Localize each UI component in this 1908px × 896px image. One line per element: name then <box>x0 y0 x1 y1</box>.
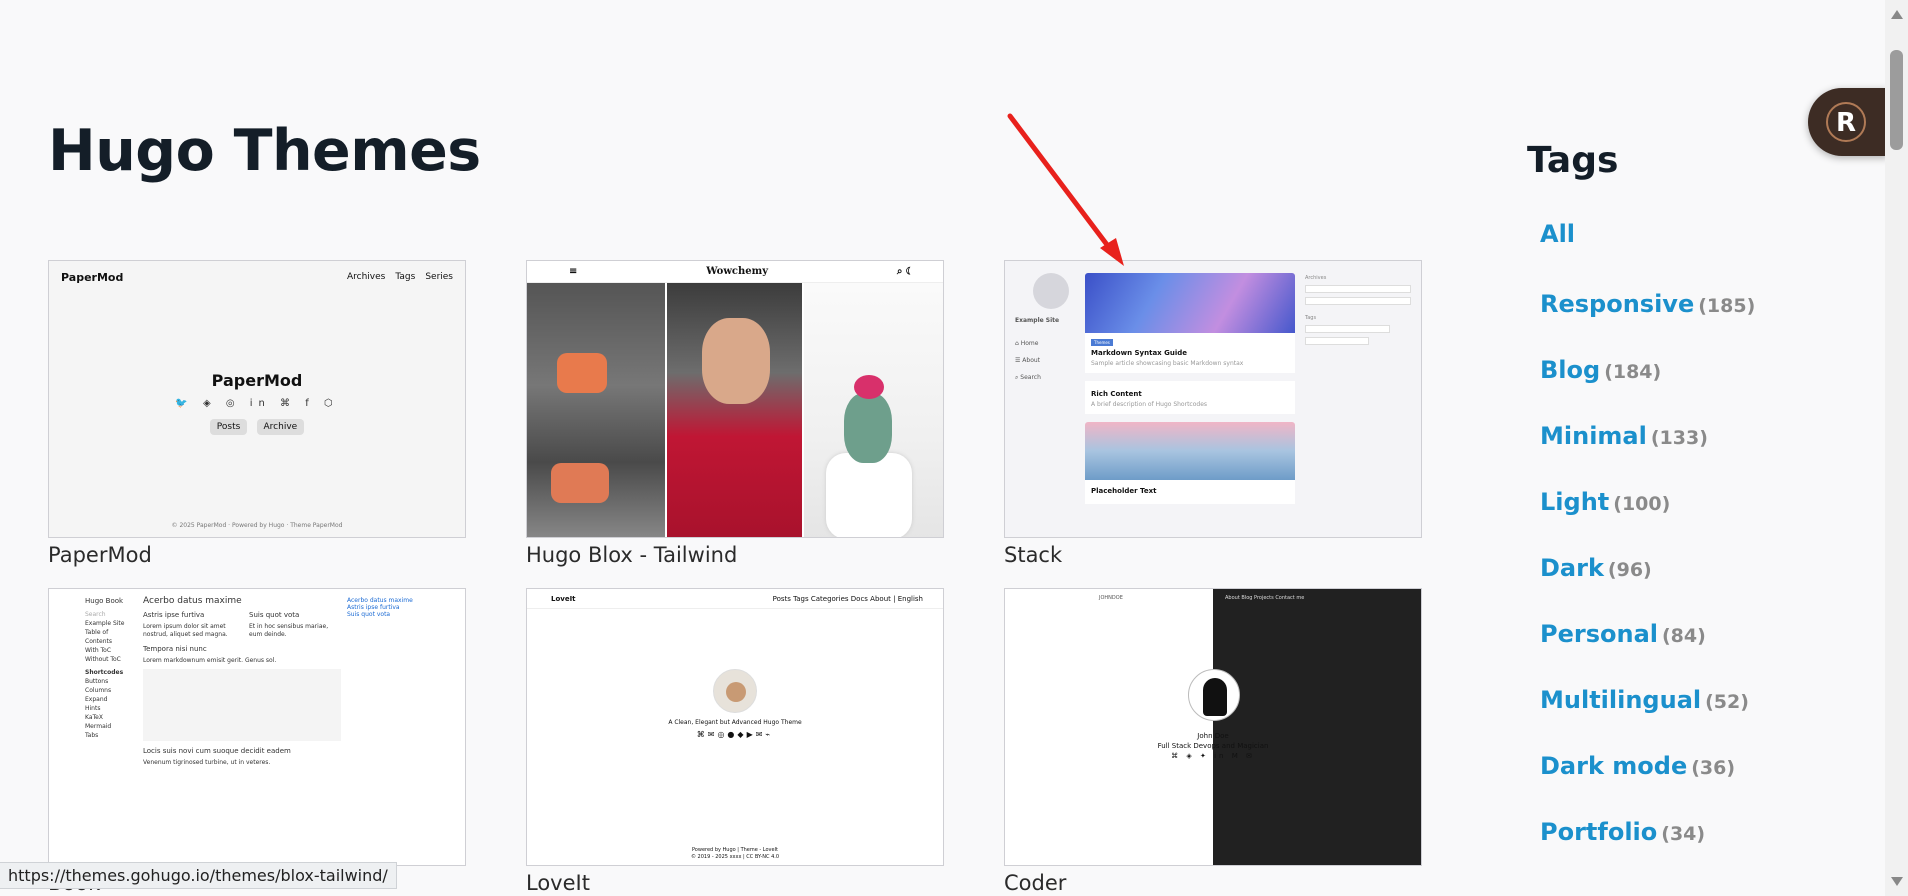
preview-post-title: Placeholder Text <box>1091 487 1157 495</box>
theme-card-book[interactable]: Hugo Book Search Example Site Table of Co… <box>48 588 466 895</box>
preview-brand: JOHNDOE <box>1099 595 1123 601</box>
scroll-down-icon[interactable] <box>1891 877 1903 886</box>
preview-brand: Wowchemy <box>706 266 769 277</box>
theme-name[interactable]: LoveIt <box>526 871 944 895</box>
theme-name[interactable]: PaperMod <box>48 543 466 567</box>
avatar <box>713 669 757 713</box>
preview-image-grid <box>527 283 943 537</box>
preview-photo-cactus <box>804 283 943 537</box>
preview-subheading: Suis quot vota <box>249 611 300 619</box>
page-title: Hugo Themes <box>48 118 481 184</box>
theme-thumbnail[interactable]: ≡ Wowchemy ⌕ ☾ <box>526 260 944 538</box>
preview-footer: © 2025 PaperMod · Powered by Hugo · Them… <box>171 522 343 529</box>
theme-name[interactable]: Coder <box>1004 871 1422 895</box>
preview-post-image <box>1085 422 1295 480</box>
scrollbar-thumb[interactable] <box>1890 50 1903 150</box>
preview-brand: LoveIt <box>551 594 576 603</box>
preview-photo-woman <box>665 283 804 537</box>
preview-post-title: Markdown Syntax Guide <box>1091 349 1188 357</box>
theme-thumbnail[interactable]: PaperMod Archives Tags Series PaperMod 🐦 ◈… <box>48 260 466 538</box>
preview-footer: Powered by Hugo | Theme - LoveIt <box>691 847 779 853</box>
preview-post-image <box>1085 273 1295 333</box>
preview-subheading: Astris ipse furtiva <box>143 611 205 619</box>
avatar <box>1033 273 1069 309</box>
theme-card-stack[interactable]: Example Site ⌂ Home ☰ About ⌕ Search The… <box>1004 260 1422 567</box>
tag-link-blog[interactable]: Blog (184) <box>1540 356 1661 384</box>
annotation-arrow-icon <box>1007 113 1124 266</box>
preview-heading: Acerbo datus maxime <box>143 596 242 606</box>
floating-extension-button[interactable]: R <box>1808 88 1888 156</box>
theme-card-coder[interactable]: JOHNDOE About Blog Projects Contact me J… <box>1004 588 1422 895</box>
preview-nav: Posts Tags Categories Docs About <box>772 594 891 603</box>
preview-code-block <box>143 669 341 741</box>
preview-name: John Doe <box>1197 732 1229 740</box>
tag-link-responsive[interactable]: Responsive (185) <box>1540 290 1755 318</box>
preview-brand: Hugo Book <box>85 597 124 605</box>
preview-nav: Archives Tags Series <box>347 272 453 282</box>
scroll-up-icon[interactable] <box>1891 10 1903 19</box>
tag-link-portfolio[interactable]: Portfolio (34) <box>1540 818 1705 846</box>
avatar <box>1188 669 1240 721</box>
preview-role: Full Stack Devops and Magician <box>1157 742 1269 750</box>
theme-thumbnail[interactable]: JOHNDOE About Blog Projects Contact me J… <box>1004 588 1422 866</box>
preview-subheading: Tempora nisi nunc <box>143 645 207 653</box>
theme-name[interactable]: Hugo Blox - Tailwind <box>526 543 944 567</box>
preview-tagline: A Clean, Elegant but Advanced Hugo Theme <box>668 719 802 726</box>
extension-logo-icon: R <box>1826 102 1866 142</box>
preview-site-name: Example Site <box>1015 317 1060 324</box>
menu-icon: ≡ <box>569 266 578 277</box>
preview-post-title: Rich Content <box>1091 390 1142 398</box>
social-icons: 🐦 ◈ ◎ in ⌘ f ⬡ <box>175 398 339 409</box>
theme-thumbnail[interactable]: Example Site ⌂ Home ☰ About ⌕ Search The… <box>1004 260 1422 538</box>
preview-language: English <box>897 594 923 603</box>
theme-name[interactable]: Stack <box>1004 543 1422 567</box>
tag-link-light[interactable]: Light (100) <box>1540 488 1670 516</box>
tag-link-dark[interactable]: Dark (96) <box>1540 554 1652 582</box>
vertical-scrollbar[interactable] <box>1885 0 1908 896</box>
tags-heading: Tags <box>1527 140 1619 181</box>
tag-link-multilingual[interactable]: Multilingual (52) <box>1540 686 1749 714</box>
search-icon: ⌕ ☾ <box>896 266 913 277</box>
tag-link-dark-mode[interactable]: Dark mode (36) <box>1540 752 1735 780</box>
theme-card-blox-tailwind[interactable]: ≡ Wowchemy ⌕ ☾ Hugo Blox - Tailwind <box>526 260 944 567</box>
theme-card-loveit[interactable]: LoveIt Posts Tags Categories Docs About … <box>526 588 944 895</box>
preview-photo-shoes <box>527 283 665 537</box>
tag-link-all[interactable]: All <box>1540 220 1575 248</box>
preview-nav: About Blog Projects Contact me <box>1225 595 1305 601</box>
theme-thumbnail[interactable]: LoveIt Posts Tags Categories Docs About … <box>526 588 944 866</box>
preview-subheading: Locis suis novi cum suoque decidit eadem <box>143 747 291 755</box>
preview-brand: PaperMod <box>61 271 124 284</box>
social-icons: ⌘✉◎●◆▶✉⌁ <box>696 730 774 739</box>
preview-posts-button: Posts <box>209 419 248 435</box>
preview-footer: © 2019 - 2025 xxxx | CC BY-NC 4.0 <box>690 854 780 860</box>
theme-thumbnail[interactable]: Hugo Book Search Example Site Table of Co… <box>48 588 466 866</box>
social-icons: ⌘ ◈ ✦ in M ✉ <box>1171 752 1255 760</box>
tag-link-personal[interactable]: Personal (84) <box>1540 620 1706 648</box>
link-status-bar: https://themes.gohugo.io/themes/blox-tai… <box>0 862 397 889</box>
preview-heading: PaperMod <box>211 371 303 390</box>
tag-link-minimal[interactable]: Minimal (133) <box>1540 422 1708 450</box>
theme-card-papermod[interactable]: PaperMod Archives Tags Series PaperMod 🐦 ◈… <box>48 260 466 567</box>
preview-archive-button: Archive <box>256 419 305 435</box>
